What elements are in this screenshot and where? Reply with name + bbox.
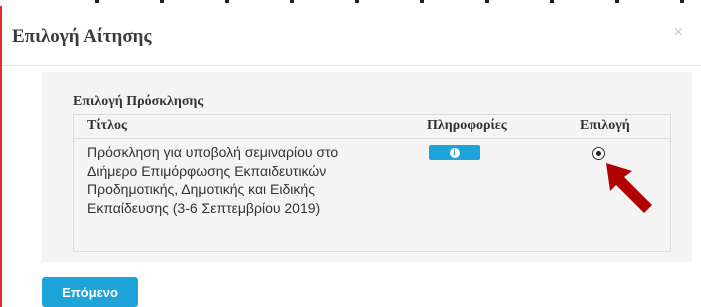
application-selection-modal: Επιλογή Αίτησης × Επιλογή Πρόσκλησης Τίτ… [0,6,701,307]
modal-title: Επιλογή Αίτησης [12,26,152,47]
section-title: Επιλογή Πρόσκλησης [73,94,204,109]
call-selection-panel: Επιλογή Πρόσκλησης Τίτλος Πληροφορίες Επ… [42,72,692,262]
info-button[interactable]: i [429,145,480,160]
column-header-select: Επιλογή [580,118,630,133]
table-header: Τίτλος Πληροφορίες Επιλογή [74,115,670,139]
calls-table: Τίτλος Πληροφορίες Επιλογή Πρόσκληση για… [73,114,671,252]
column-header-title: Τίτλος [87,118,127,133]
column-header-info: Πληροφορίες [427,118,507,133]
modal-body: Επιλογή Πρόσκλησης Τίτλος Πληροφορίες Επ… [2,67,701,307]
close-button[interactable]: × [674,24,683,42]
modal-header: Επιλογή Αίτησης × [2,6,701,66]
next-button[interactable]: Επόμενο [42,277,138,307]
pointer-arrow-icon [606,163,652,213]
call-title-cell: Πρόσκληση για υποβολή σεμιναρίου στο Διή… [87,144,339,216]
info-icon: i [449,147,460,158]
